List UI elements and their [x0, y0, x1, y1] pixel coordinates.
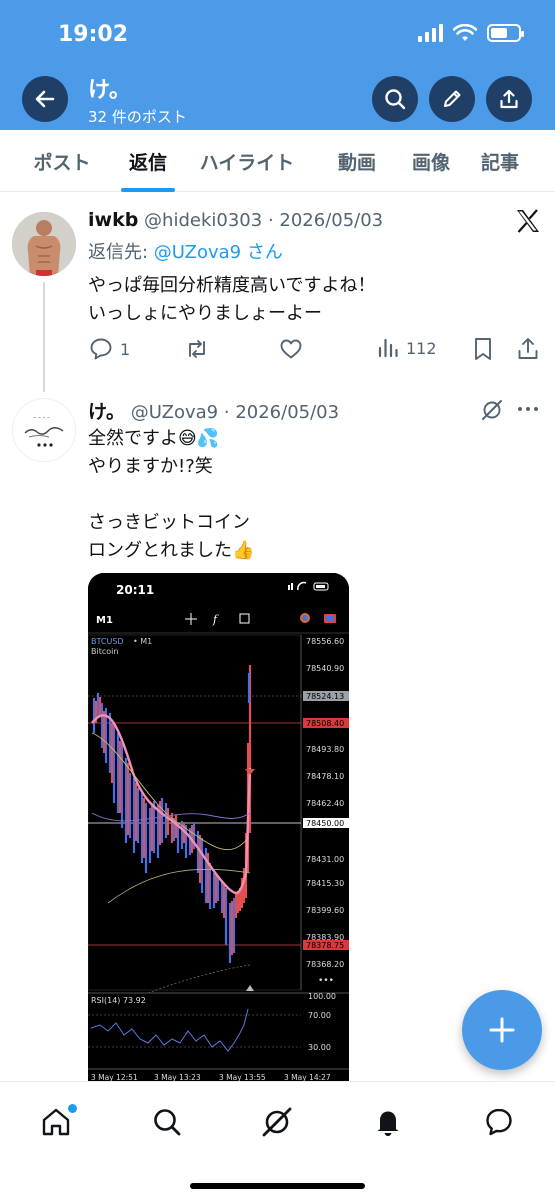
- share-icon: [518, 338, 538, 359]
- svg-text:78493.80: 78493.80: [306, 745, 344, 754]
- post2-text: 全然ですよ😅💦 やりますか!?笑 さっきビットコイン ロングとれました👍: [88, 428, 255, 561]
- post1-share-button[interactable]: [516, 336, 540, 362]
- svg-text:78556.60: 78556.60: [306, 637, 344, 646]
- svg-text:70.00: 70.00: [308, 1011, 331, 1020]
- profile-header: 19:02 け。 32 件のポスト: [0, 0, 555, 130]
- post1-meta: iwkb @hideki0303 · 2026/05/03: [88, 209, 383, 231]
- embedded-instrument: Bitcoin: [91, 647, 118, 656]
- nav-home[interactable]: [32, 1098, 80, 1146]
- post1-handle[interactable]: @hideki0303: [144, 210, 262, 231]
- grok-icon[interactable]: [480, 398, 504, 422]
- avatar-iwkb[interactable]: [12, 212, 76, 276]
- share-icon: [500, 89, 518, 109]
- floating-compose-button[interactable]: [462, 990, 542, 1070]
- post1-date: · 2026/05/03: [267, 210, 384, 231]
- more-options-icon[interactable]: [516, 404, 540, 414]
- svg-text:78399.60: 78399.60: [306, 906, 344, 915]
- tab-articles[interactable]: 記事: [470, 130, 530, 192]
- search-icon: [385, 89, 406, 110]
- views-chart-icon: [378, 338, 398, 358]
- messages-icon: [486, 1108, 512, 1136]
- post2-handle[interactable]: @UZova9: [131, 402, 218, 423]
- post2-date: · 2026/05/03: [223, 402, 340, 423]
- svg-text:78540.90: 78540.90: [306, 664, 344, 673]
- grok-icon: [262, 1107, 292, 1137]
- views-button[interactable]: 112: [376, 336, 437, 360]
- svg-text:78450.00: 78450.00: [306, 819, 344, 828]
- home-indicator: [190, 1183, 365, 1189]
- nav-grok[interactable]: [253, 1098, 301, 1146]
- profile-title-block: け。 32 件のポスト: [88, 72, 187, 127]
- reply-button[interactable]: 1: [88, 336, 130, 362]
- tab-posts[interactable]: ポスト: [0, 130, 124, 192]
- nav-search[interactable]: [143, 1098, 191, 1146]
- svg-text:78378.75: 78378.75: [306, 941, 344, 950]
- x-logo-icon: [517, 209, 539, 233]
- embedded-symbol: BTCUSD: [91, 637, 124, 646]
- bookmark-icon: [475, 338, 491, 360]
- avatar-uzova9[interactable]: ~ ~ ~ ~: [12, 398, 76, 462]
- battery-icon: [487, 24, 524, 42]
- page-title: け。: [88, 78, 131, 103]
- reply-count: 1: [120, 339, 131, 359]
- status-icons: [418, 24, 524, 42]
- embedded-rsi-label: RSI(14) 73.92: [91, 996, 146, 1005]
- svg-text:78478.10: 78478.10: [306, 772, 344, 781]
- tab-replies[interactable]: 返信: [124, 130, 172, 192]
- embedded-symbol-tf: • M1: [133, 637, 152, 646]
- svg-text:78508.40: 78508.40: [306, 719, 344, 728]
- svg-text:•••: •••: [318, 976, 334, 986]
- reply-to-mention[interactable]: @UZova9 さん: [154, 242, 283, 263]
- bell-icon: [377, 1111, 399, 1136]
- signal-icon: [418, 24, 443, 42]
- post1-author-name[interactable]: iwkb: [88, 209, 138, 231]
- svg-text:78368.20: 78368.20: [306, 960, 344, 969]
- reply-icon: [90, 338, 112, 360]
- svg-text:78431.00: 78431.00: [306, 855, 344, 864]
- search-button[interactable]: [372, 76, 418, 122]
- embedded-timeframe: M1: [96, 615, 113, 626]
- nav-notifications[interactable]: [364, 1098, 412, 1146]
- bookmark-button[interactable]: [471, 336, 495, 362]
- home-notification-dot: [68, 1104, 77, 1113]
- wifi-icon: [453, 24, 477, 41]
- trading-chart-image: 20:11 M1 f BTCUSD • M1 Bitcoin 78556.60 …: [88, 573, 349, 1083]
- share-button[interactable]: [486, 76, 532, 122]
- avatar-image: [12, 212, 76, 276]
- post2-author-name[interactable]: け。: [88, 401, 125, 423]
- nav-messages[interactable]: [475, 1098, 523, 1146]
- tab-highlights[interactable]: ハイライト: [172, 130, 322, 192]
- svg-text:~ ~ ~ ~: ~ ~ ~ ~: [33, 415, 50, 420]
- avatar-image: ~ ~ ~ ~: [13, 399, 75, 461]
- svg-text:78524.13: 78524.13: [306, 692, 344, 701]
- like-button[interactable]: [278, 336, 304, 362]
- heart-icon: [280, 339, 302, 359]
- pencil-icon: [444, 90, 461, 107]
- post-image-chart-screenshot[interactable]: 20:11 M1 f BTCUSD • M1 Bitcoin 78556.60 …: [88, 573, 349, 1083]
- search-icon: [154, 1109, 181, 1136]
- view-count: 112: [406, 338, 437, 358]
- status-time: 19:02: [58, 22, 129, 47]
- post-count: 32 件のポスト: [88, 108, 187, 126]
- embedded-time: 20:11: [116, 583, 154, 597]
- post1-reply-to: 返信先: @UZova9 さん: [88, 242, 283, 263]
- post2-meta: け。 @UZova9 · 2026/05/03: [88, 397, 339, 424]
- compose-button[interactable]: [429, 76, 475, 122]
- back-button[interactable]: [22, 76, 68, 122]
- svg-text:100.00: 100.00: [308, 992, 336, 1001]
- svg-text:78462.40: 78462.40: [306, 799, 344, 808]
- home-icon: [42, 1108, 70, 1136]
- thread-line: [43, 282, 45, 392]
- svg-text:78415.30: 78415.30: [306, 879, 344, 888]
- post1-text: やっぱ毎回分析精度高いですよね！ いっしょにやりましょーよー: [88, 275, 376, 324]
- tab-images[interactable]: 画像: [392, 130, 470, 192]
- repost-button[interactable]: [184, 336, 210, 362]
- post1-actions: 1 112: [88, 336, 543, 366]
- repost-icon: [189, 340, 205, 358]
- profile-tabs: ポスト 返信 ハイライト 動画 画像 記事: [0, 130, 555, 192]
- svg-text:30.00: 30.00: [308, 1043, 331, 1052]
- tab-videos[interactable]: 動画: [322, 130, 392, 192]
- plus-icon: [489, 1017, 515, 1043]
- back-arrow-icon: [35, 90, 55, 108]
